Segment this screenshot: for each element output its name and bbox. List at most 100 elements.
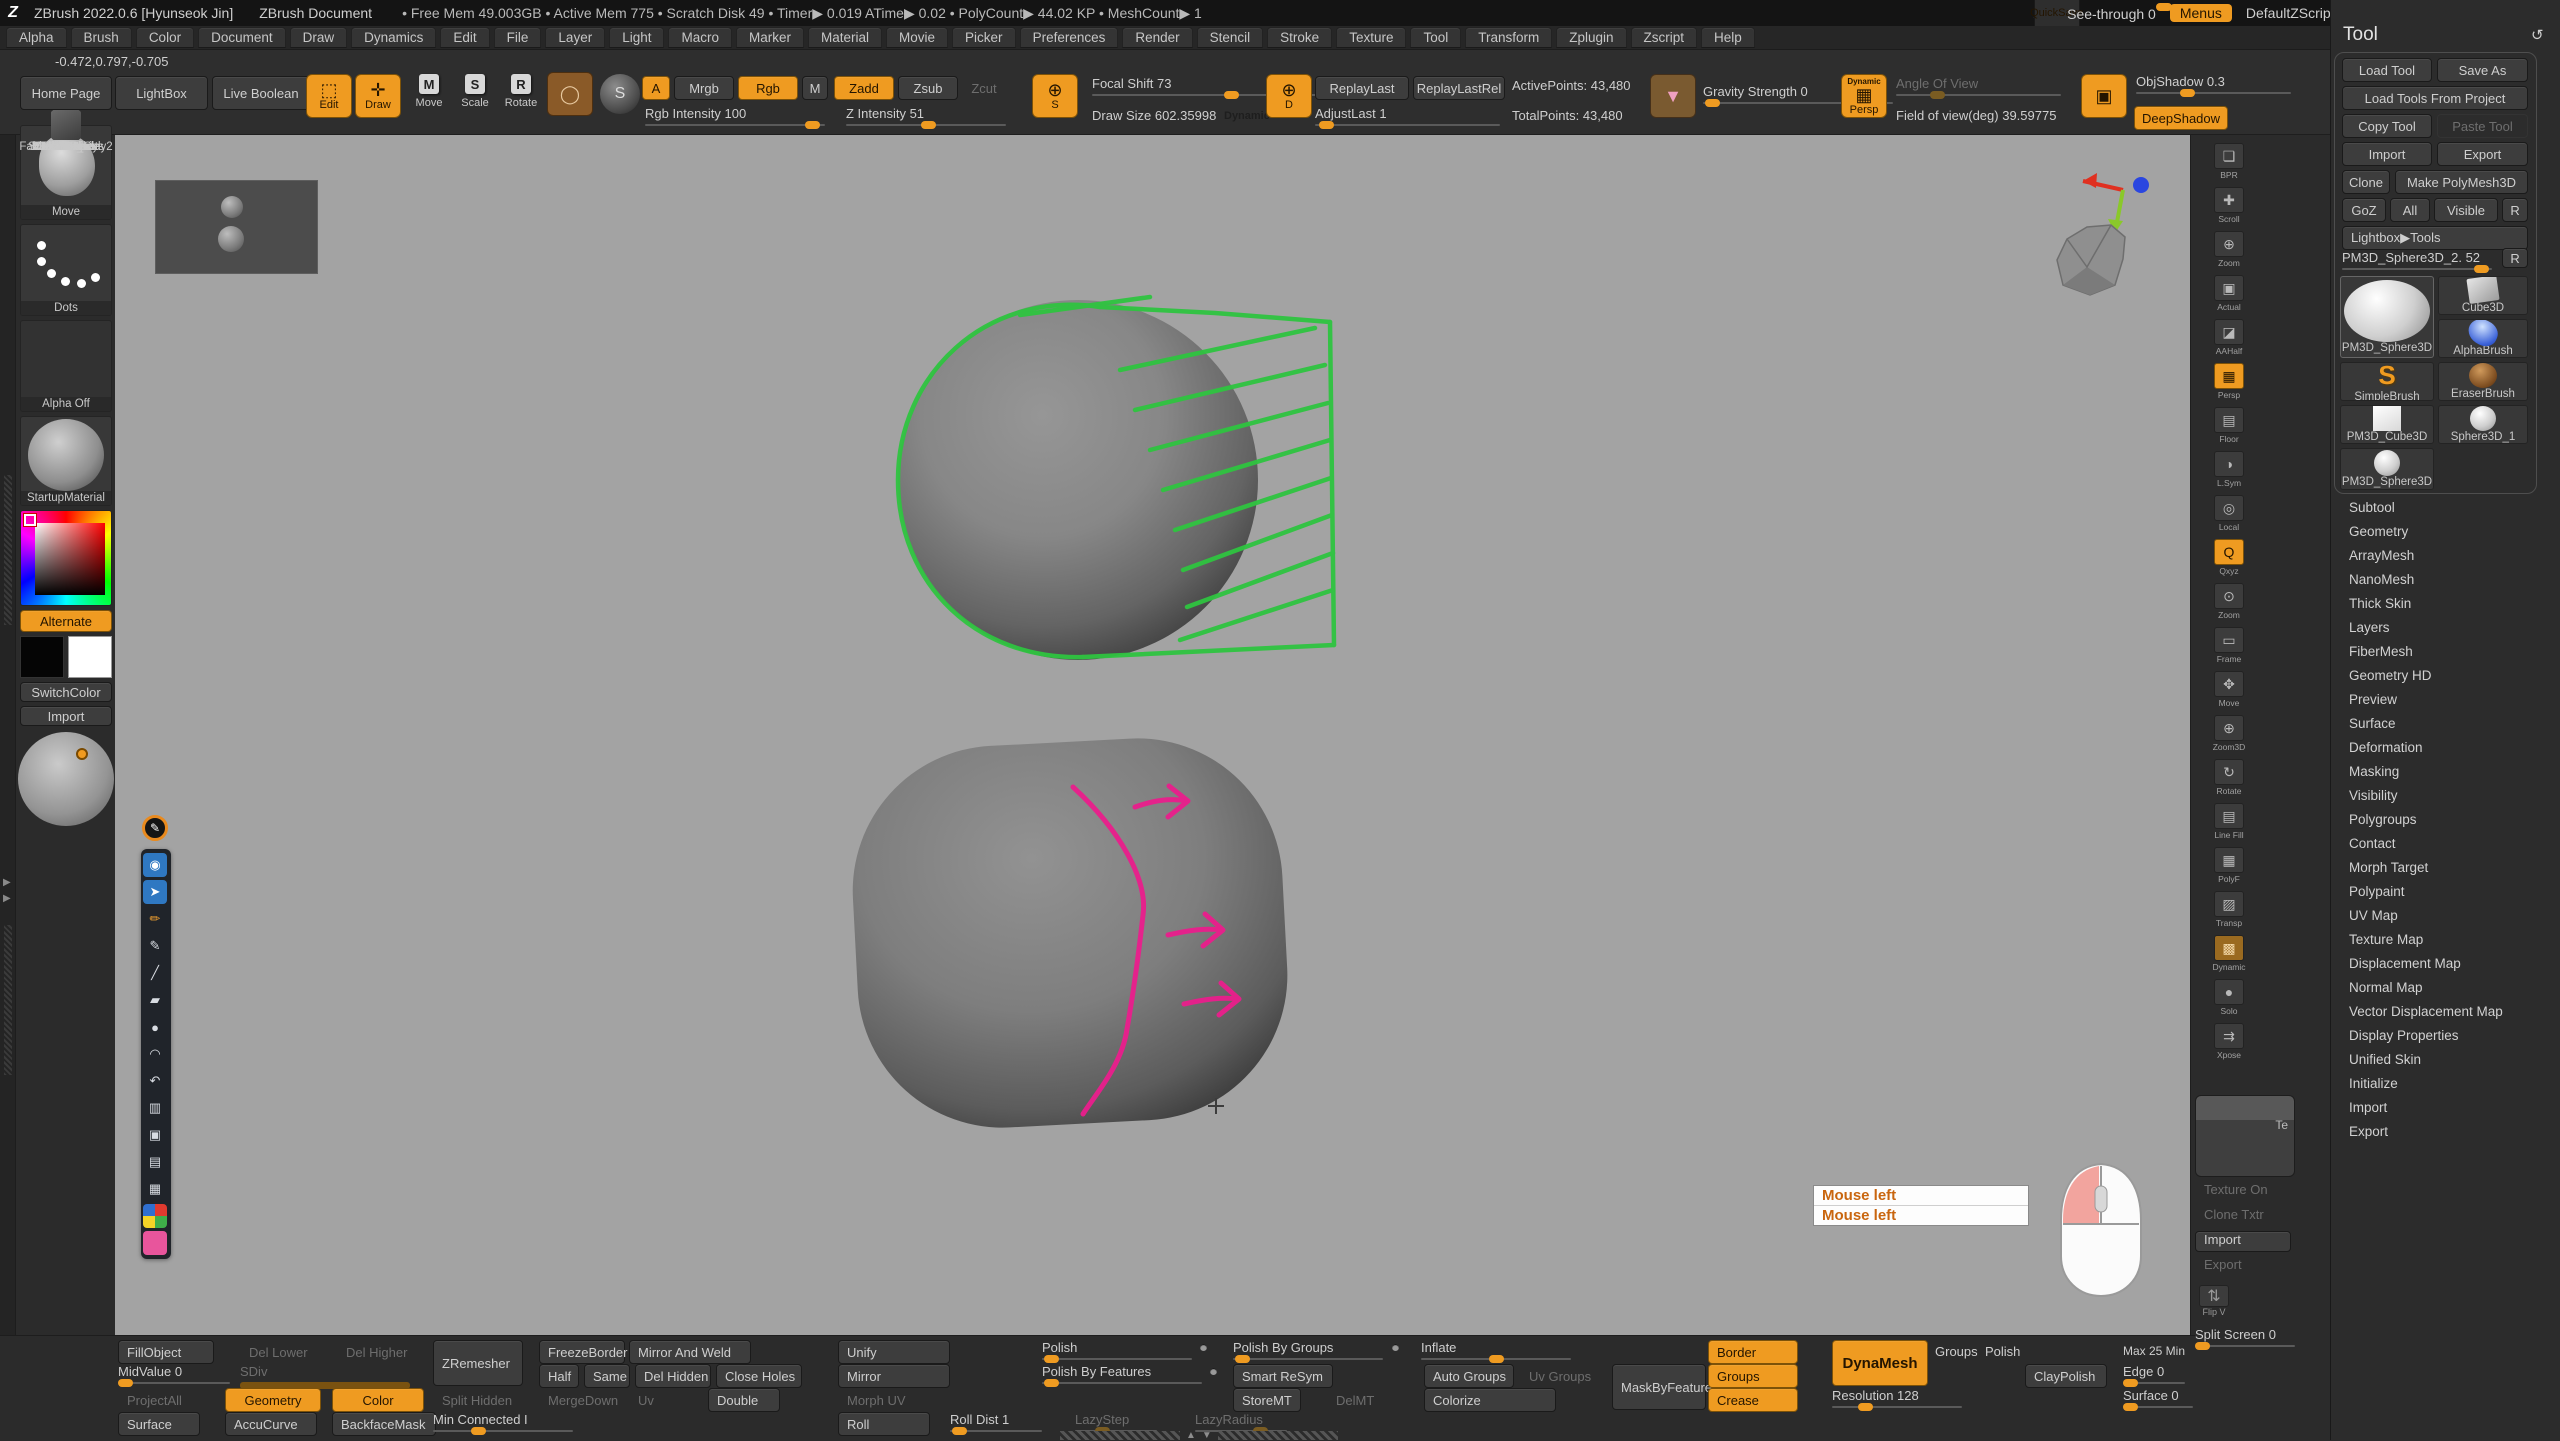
right-shelf-button[interactable]: ⊙ Zoom [2205,583,2253,620]
right-shelf-button[interactable]: ⇉ Xpose [2205,1023,2253,1060]
pen-tool-button[interactable]: ▦ [143,1177,167,1201]
mirror-and-weld-button[interactable]: Mirror And Weld [629,1340,751,1364]
project-all-button[interactable]: ProjectAll [118,1388,191,1412]
palette-reset-icon[interactable]: ↺ [2531,26,2544,44]
tool-thumb[interactable]: PM3D_Cube3D [2340,405,2434,444]
right-shelf-button[interactable]: ⊕ Zoom [2205,231,2253,268]
tool-section-header[interactable]: UV Map [2349,904,2503,928]
right-shelf-button[interactable]: ⊕ Zoom3D [2205,715,2253,752]
tool-r-button[interactable]: R [2502,248,2528,268]
load-tool-button[interactable]: Load Tool [2342,58,2432,82]
camera-button[interactable]: ▣ [2081,74,2127,118]
right-shelf-button[interactable]: ▤ Line Fill [2205,803,2253,840]
tool-section-header[interactable]: Deformation [2349,736,2503,760]
goz-r-button[interactable]: R [2502,198,2528,222]
right-shelf-button[interactable]: ▩ Dynamic [2205,935,2253,972]
tool-section-header[interactable]: Contact [2349,832,2503,856]
load-tools-from-project-button[interactable]: Load Tools From Project [2342,86,2528,110]
color-hue-cursor[interactable] [24,514,36,526]
right-shelf-button[interactable]: ▨ Transp [2205,891,2253,928]
current-material-button[interactable]: StartupMaterial [20,416,112,506]
pen-tool-button[interactable]: ■ [143,1204,167,1228]
tool-import-button[interactable]: Import [2342,142,2432,166]
midvalue-slider[interactable]: MidValue 0 [118,1364,230,1384]
polish-mode-dot[interactable] [1200,1344,1207,1351]
tool-section-header[interactable]: Polygroups [2349,808,2503,832]
menu-item[interactable]: Transform [1465,27,1552,48]
colorize-button[interactable]: Colorize [1424,1388,1556,1412]
stroke-focal-button[interactable]: ⊕ S [1032,74,1078,118]
menu-item[interactable]: Light [609,27,664,48]
persp-button[interactable]: Dynamic ▦ Persp [1841,74,1887,118]
zcut-button[interactable]: Zcut [962,76,1006,100]
pen-tool-button[interactable]: ◠ [143,1042,167,1066]
camera-head-widget[interactable] [2057,225,2125,295]
inflate-slider[interactable]: Inflate [1421,1340,1571,1360]
menu-item[interactable]: Zplugin [1556,27,1626,48]
right-shelf-button[interactable]: ◪ AAHalf [2205,319,2253,356]
a-toggle-button[interactable]: A [642,76,670,100]
tool-section-header[interactable]: Texture Map [2349,928,2503,952]
pen-tool-button[interactable]: ▤ [143,1150,167,1174]
del-lower-button[interactable]: Del Lower [240,1340,317,1364]
freeze-border-button[interactable]: FreezeBorder [539,1340,625,1364]
accu-curve-button[interactable]: AccuCurve [225,1412,317,1436]
tool-export-button[interactable]: Export [2437,142,2528,166]
stroke-replay-button[interactable]: ⊕ D [1266,74,1312,118]
right-shelf-button[interactable]: ↻ Rotate [2205,759,2253,796]
live-boolean-button[interactable]: Live Boolean [212,76,310,110]
auto-groups-button[interactable]: Auto Groups [1424,1364,1514,1388]
menu-item[interactable]: Movie [886,27,948,48]
material-preview-sphere[interactable] [18,732,114,826]
tool-section-header[interactable]: Geometry HD [2349,664,2503,688]
goz-all-button[interactable]: All [2390,198,2430,222]
pen-tool-button[interactable]: ✏ [143,907,167,931]
roll-dist-slider[interactable]: Roll Dist 1 [950,1412,1042,1432]
pen-app-icon[interactable]: ✎ [142,815,168,841]
polish-by-groups-slider[interactable]: Polish By Groups [1233,1340,1383,1360]
menu-item[interactable]: Preferences [1020,27,1119,48]
rotate-mode-button[interactable]: R Rotate [503,74,539,118]
double-button[interactable]: Double [708,1388,780,1412]
half-button[interactable]: Half [539,1364,579,1388]
tray-open-icon2[interactable]: ▶ [3,893,11,904]
menu-item[interactable]: Tool [1410,27,1461,48]
morph-uv-button[interactable]: Morph UV [838,1388,915,1412]
tray-open-icon[interactable]: ▶ [3,877,11,888]
tool-thumb[interactable]: AlphaBrush [2438,319,2528,358]
tool-section-header[interactable]: Normal Map [2349,976,2503,1000]
menu-item[interactable]: Macro [668,27,732,48]
mrgb-button[interactable]: Mrgb [674,76,734,100]
surface-zero-slider[interactable]: Surface 0 [2123,1388,2193,1408]
rgb-button[interactable]: Rgb [738,76,798,100]
right-shelf-button[interactable]: ▭ Frame [2205,627,2253,664]
pen-tool-button[interactable]: ▣ [143,1123,167,1147]
polish-by-groups-dot[interactable] [1392,1344,1399,1351]
lazy-step-slider[interactable]: LazyStep [1075,1412,1157,1432]
save-as-button[interactable]: Save As [2437,58,2528,82]
project-color-button[interactable]: Color [332,1388,424,1412]
tool-thumb[interactable]: Sphere3D_1 [2438,405,2528,444]
secondary-color-swatch[interactable] [68,636,112,678]
tool-thumb-selected[interactable]: PM3D_Sphere3D [2340,276,2434,358]
pen-tool-button[interactable]: ▰ [143,988,167,1012]
obj-shadow-slider[interactable]: ObjShadow 0.3 [2136,74,2291,94]
edit-mode-button[interactable]: ⬚ Edit [306,74,352,118]
backface-mask-button[interactable]: BackfaceMask [332,1412,436,1436]
menu-item[interactable]: Edit [440,27,489,48]
right-shelf-button[interactable]: ▣ Actual [2205,275,2253,312]
adjust-last-slider[interactable]: AdjustLast 1 [1315,106,1500,126]
menu-item[interactable]: Stroke [1267,27,1332,48]
tool-section-header[interactable]: Display Properties [2349,1024,2503,1048]
split-screen-slider[interactable]: Split Screen 0 [2195,1327,2295,1347]
pen-tool-button[interactable]: ➤ [143,880,167,904]
clay-polish-button[interactable]: ClayPolish [2025,1364,2107,1388]
fill-object-button[interactable]: FillObject [118,1340,214,1364]
texture-on-button[interactable]: Texture On [2195,1181,2291,1202]
replay-last-rel-button[interactable]: ReplayLastRel [1413,76,1505,100]
menu-item[interactable]: Help [1701,27,1755,48]
surface-button[interactable]: Surface [118,1412,200,1436]
tool-section-header[interactable]: Displacement Map [2349,952,2503,976]
main-color-swatch[interactable] [20,636,64,678]
right-shelf-button[interactable]: ● Solo [2205,979,2253,1016]
